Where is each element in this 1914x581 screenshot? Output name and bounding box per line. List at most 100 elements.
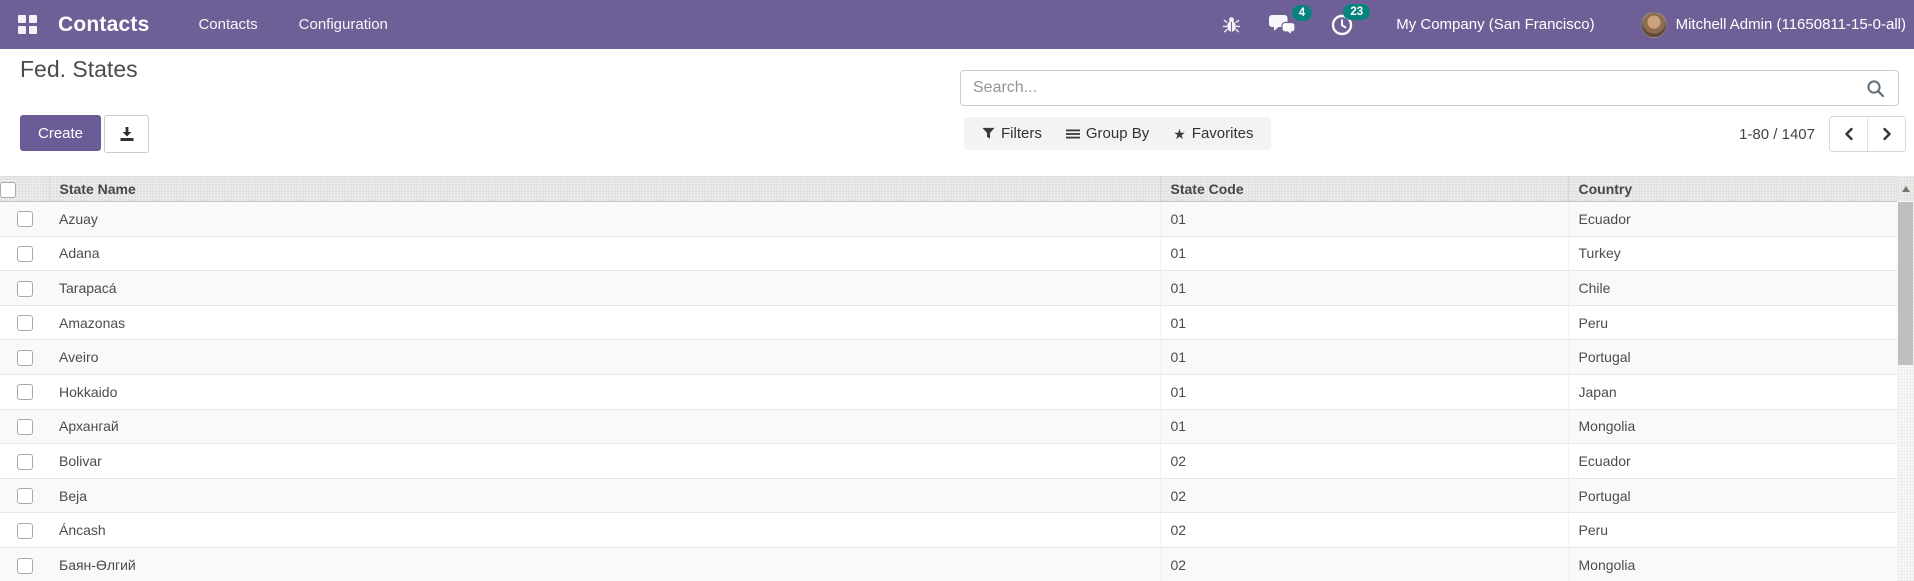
- pager-buttons: [1829, 116, 1906, 152]
- row-checkbox[interactable]: [16, 315, 33, 332]
- cell-state-code[interactable]: 02: [1159, 512, 1568, 548]
- row-checkbox-cell: [0, 512, 49, 548]
- column-header-country[interactable]: Country: [1567, 176, 1897, 202]
- list-view: State Name State Code Country Azuay 01 E…: [0, 176, 1914, 581]
- row-checkbox[interactable]: [16, 384, 33, 401]
- cell-state-name[interactable]: Adana: [49, 235, 1160, 271]
- company-switcher[interactable]: My Company (San Francisco): [1396, 16, 1594, 33]
- messages-menu-button[interactable]: 4: [1269, 4, 1313, 36]
- table-row[interactable]: Áncash 02 Peru: [0, 512, 1897, 548]
- user-avatar[interactable]: [1640, 11, 1667, 38]
- star-icon: ★: [1173, 125, 1186, 142]
- cell-state-name[interactable]: Архангай: [49, 408, 1160, 444]
- activities-menu-button[interactable]: 23: [1330, 3, 1371, 37]
- cell-state-code[interactable]: 01: [1159, 304, 1568, 340]
- row-checkbox-cell: [0, 202, 49, 237]
- cell-state-code[interactable]: 01: [1159, 373, 1568, 410]
- column-header-state-code[interactable]: State Code: [1159, 176, 1568, 202]
- scrollbar-up-button[interactable]: [1897, 176, 1914, 201]
- menu-contacts[interactable]: Contacts: [198, 16, 257, 33]
- group-by-button[interactable]: Group By: [1054, 117, 1161, 150]
- column-header-state-name[interactable]: State Name: [48, 176, 1160, 202]
- table-row[interactable]: Hokkaido 01 Japan: [0, 373, 1897, 410]
- row-checkbox[interactable]: [16, 488, 33, 505]
- row-checkbox[interactable]: [16, 453, 33, 470]
- debug-menu-button[interactable]: [1222, 15, 1241, 34]
- cell-state-code[interactable]: 01: [1159, 235, 1568, 271]
- table-row[interactable]: Архангай 01 Mongolia: [0, 408, 1897, 444]
- filters-button[interactable]: Filters: [970, 117, 1054, 150]
- cell-country[interactable]: Portugal: [1567, 339, 1897, 375]
- cell-state-code[interactable]: 02: [1159, 546, 1568, 581]
- row-checkbox[interactable]: [16, 211, 33, 228]
- row-checkbox[interactable]: [16, 522, 33, 539]
- cell-state-name[interactable]: Баян-Өлгий: [49, 546, 1160, 581]
- pager-range[interactable]: 1-80 / 1407: [1739, 126, 1815, 143]
- cell-state-name[interactable]: Hokkaido: [49, 373, 1160, 410]
- app-brand-title: Contacts: [58, 12, 150, 36]
- cell-state-code[interactable]: 01: [1159, 408, 1568, 444]
- table-row[interactable]: Adana 01 Turkey: [0, 235, 1897, 271]
- row-checkbox[interactable]: [16, 349, 33, 366]
- cell-country[interactable]: Turkey: [1567, 235, 1897, 271]
- states-table: State Name State Code Country Azuay 01 E…: [0, 176, 1897, 581]
- row-checkbox-cell: [0, 339, 49, 375]
- table-row[interactable]: Баян-Өлгий 02 Mongolia: [0, 546, 1897, 581]
- apps-grid-icon: [29, 15, 37, 23]
- cell-country[interactable]: Mongolia: [1567, 546, 1897, 581]
- table-row[interactable]: Tarapacá 01 Chile: [0, 270, 1897, 306]
- apps-grid-icon: [29, 26, 37, 34]
- row-checkbox[interactable]: [16, 246, 33, 263]
- row-checkbox[interactable]: [16, 557, 33, 574]
- export-button[interactable]: [104, 115, 150, 153]
- create-button[interactable]: Create: [20, 115, 102, 151]
- cell-country[interactable]: Ecuador: [1567, 201, 1897, 237]
- row-checkbox[interactable]: [16, 280, 33, 297]
- cell-state-code[interactable]: 02: [1159, 477, 1568, 513]
- table-row[interactable]: Bolivar 02 Ecuador: [0, 443, 1897, 479]
- cell-state-name[interactable]: Aveiro: [49, 339, 1160, 375]
- menu-configuration[interactable]: Configuration: [299, 16, 388, 33]
- funnel-icon: [982, 127, 995, 139]
- row-checkbox-cell: [0, 270, 49, 306]
- chevron-left-icon: [1844, 127, 1853, 141]
- cell-state-code[interactable]: 01: [1159, 201, 1568, 237]
- cell-state-name[interactable]: Amazonas: [49, 304, 1160, 340]
- cell-country[interactable]: Chile: [1567, 270, 1897, 306]
- apps-grid-icon: [18, 26, 26, 34]
- cell-country[interactable]: Ecuador: [1567, 443, 1897, 479]
- navbar-systray: 4 23 My Company (San Francisco) Mitchell…: [1222, 3, 1906, 38]
- apps-menu-button[interactable]: [18, 15, 37, 34]
- search-input[interactable]: [961, 79, 1865, 97]
- pager: 1-80 / 1407: [1739, 116, 1906, 152]
- table-row[interactable]: Aveiro 01 Portugal: [0, 339, 1897, 375]
- select-all-checkbox[interactable]: [0, 181, 16, 198]
- odoo-contacts-window: Contacts Contacts Configuration 4 23 My …: [0, 0, 1914, 581]
- user-menu[interactable]: Mitchell Admin (11650811-15-0-all): [1676, 16, 1906, 33]
- cell-state-code[interactable]: 02: [1159, 443, 1568, 479]
- cell-state-name[interactable]: Bolivar: [49, 443, 1160, 479]
- search-icon[interactable]: [1865, 78, 1886, 99]
- table-row[interactable]: Amazonas 01 Peru: [0, 304, 1897, 340]
- cell-country[interactable]: Peru: [1567, 304, 1897, 340]
- pager-next-button[interactable]: [1867, 117, 1905, 151]
- cell-state-code[interactable]: 01: [1159, 270, 1568, 306]
- cell-state-name[interactable]: Áncash: [49, 512, 1160, 548]
- cell-country[interactable]: Mongolia: [1567, 408, 1897, 444]
- scrollbar-thumb[interactable]: [1898, 202, 1913, 365]
- table-row[interactable]: Beja 02 Portugal: [0, 477, 1897, 513]
- favorites-button[interactable]: ★ Favorites: [1161, 117, 1265, 150]
- cell-country[interactable]: Peru: [1567, 512, 1897, 548]
- cell-country[interactable]: Portugal: [1567, 477, 1897, 513]
- cell-country[interactable]: Japan: [1567, 373, 1897, 410]
- cell-state-name[interactable]: Azuay: [49, 202, 1160, 237]
- vertical-scrollbar: [1897, 176, 1914, 581]
- search-bar: [960, 70, 1899, 106]
- cell-state-name[interactable]: Beja: [49, 477, 1160, 513]
- cell-state-name[interactable]: Tarapacá: [49, 270, 1160, 306]
- table-row[interactable]: Azuay 01 Ecuador: [0, 201, 1897, 237]
- cell-state-code[interactable]: 01: [1159, 339, 1568, 375]
- apps-grid-icon: [18, 15, 26, 23]
- pager-previous-button[interactable]: [1830, 117, 1867, 151]
- row-checkbox[interactable]: [16, 419, 33, 435]
